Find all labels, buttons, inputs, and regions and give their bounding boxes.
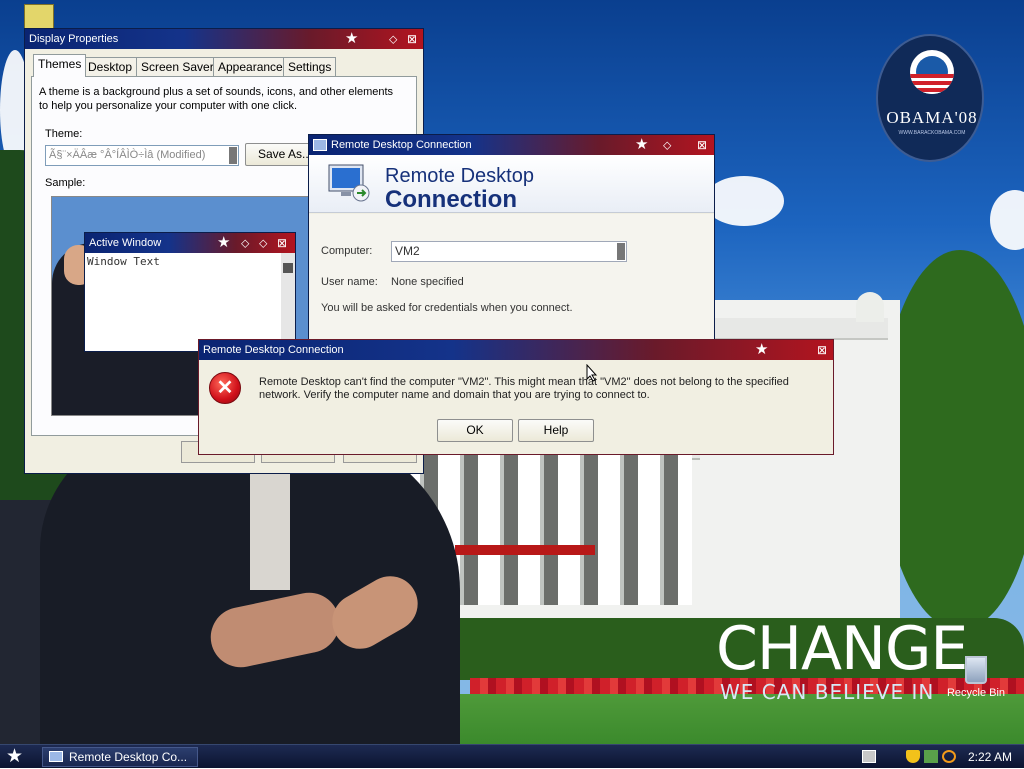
tab-screen-saver[interactable]: Screen Saver	[136, 57, 219, 76]
shirt	[250, 470, 290, 590]
cloud	[990, 190, 1024, 250]
window-title: Display Properties	[29, 33, 119, 45]
tree	[880, 250, 1024, 630]
search-icon[interactable]	[942, 750, 956, 763]
window-title: Active Window	[89, 237, 162, 249]
window-text: Window Text	[87, 255, 160, 268]
error-icon: ✕	[209, 372, 241, 404]
maximize-icon[interactable]: ⬦	[663, 135, 671, 155]
window-title: Remote Desktop Connection	[203, 344, 344, 356]
title-bar[interactable]: Remote Desktop Connection ★ ⊠	[199, 340, 833, 360]
star-icon: ★	[635, 136, 649, 153]
recycle-bin-label: Recycle Bin	[946, 687, 1006, 699]
rdc-window: Remote Desktop Connection ★ ⬦ ⊠ Remote D…	[308, 134, 715, 344]
taskbar: ★ Remote Desktop Co... 2:22 AM	[0, 744, 1024, 768]
tab-themes[interactable]: Themes	[33, 54, 87, 77]
close-icon[interactable]: ⊠	[697, 135, 707, 155]
sample-label: Sample:	[45, 177, 86, 189]
star-icon: ★	[217, 234, 231, 251]
trash-icon	[965, 656, 987, 684]
rdc-banner-line1: Remote Desktop	[385, 165, 534, 187]
theme-select[interactable]: Ã§¨×ÄÂæ °Â°ÍÂÌÒ÷Ìâ (Modified)	[45, 145, 239, 166]
close-icon[interactable]: ⊠	[817, 340, 827, 360]
rdc-form: Computer: VM2 User name: None specified …	[309, 214, 714, 343]
network-icon[interactable]	[924, 750, 938, 763]
star-icon: ★	[755, 341, 769, 358]
computer-label: Computer:	[321, 245, 373, 257]
tab-settings[interactable]: Settings	[283, 57, 337, 76]
change-text: CHANGE	[716, 614, 968, 684]
scroll-thumb	[283, 263, 293, 273]
mouse-cursor-icon	[586, 364, 598, 382]
error-dialog: Remote Desktop Connection ★ ⊠ ✕ Remote D…	[198, 339, 834, 455]
flower-bed	[455, 545, 595, 555]
maximize-icon[interactable]: ⬦	[389, 29, 397, 49]
rdc-banner: Remote Desktop Connection	[309, 155, 714, 213]
window-title: Remote Desktop Connection	[331, 139, 472, 151]
close-icon: ⊠	[277, 236, 288, 250]
star-icon: ★	[345, 30, 359, 47]
dropdown-icon[interactable]	[617, 243, 625, 260]
taskbar-item-rdc[interactable]: Remote Desktop Co...	[42, 747, 198, 767]
tab-desktop[interactable]: Desktop	[83, 57, 138, 76]
username-value: None specified	[391, 276, 464, 288]
cloud	[704, 176, 784, 226]
clock[interactable]: 2:22 AM	[968, 745, 1012, 769]
keyboard-icon[interactable]	[862, 750, 876, 763]
rdc-app-icon	[49, 751, 63, 762]
error-body: ✕ Remote Desktop can't find the computer…	[199, 360, 833, 454]
title-bar[interactable]: Display Properties ★ ⬦ ⊠	[25, 29, 423, 49]
computer-input[interactable]: VM2	[391, 241, 627, 262]
white-house-dome	[856, 292, 884, 322]
obama-logo: OBAMA'08 WWW.BARACKOBAMA.COM	[876, 34, 984, 162]
start-button[interactable]: ★	[6, 746, 23, 768]
error-message: Remote Desktop can't find the computer "…	[259, 376, 789, 401]
active-window-sample: Active Window ★ ⬦ ⬦ ⊠ Window Text	[84, 232, 296, 352]
monitor-icon	[328, 164, 370, 202]
recycle-bin-icon[interactable]: Recycle Bin	[946, 656, 1006, 699]
ok-button[interactable]: OK	[437, 419, 513, 442]
credentials-note: You will be asked for credentials when y…	[321, 302, 573, 314]
theme-description: A theme is a background plus a set of so…	[39, 86, 394, 112]
minimize-icon: ⬦	[241, 236, 250, 250]
title-bar: Active Window ★ ⬦ ⬦ ⊠	[85, 233, 295, 253]
username-label: User name:	[321, 276, 378, 288]
theme-select-value: Ã§¨×ÄÂæ °Â°ÍÂÌÒ÷Ìâ (Modified)	[49, 149, 206, 161]
rdc-banner-line2: Connection	[385, 186, 517, 213]
tab-appearance[interactable]: Appearance	[213, 57, 288, 76]
change-subtext: WE CAN BELIEVE IN	[720, 680, 935, 704]
obama-logo-url: WWW.BARACKOBAMA.COM	[898, 130, 966, 136]
rdc-app-icon	[313, 139, 327, 152]
theme-label: Theme:	[45, 128, 83, 140]
computer-input-value: VM2	[395, 244, 420, 258]
obama-logo-text: OBAMA'08	[886, 108, 978, 127]
shield-icon[interactable]	[906, 750, 920, 763]
help-button[interactable]: Help	[518, 419, 594, 442]
maximize-icon: ⬦	[259, 236, 268, 250]
close-icon[interactable]: ⊠	[407, 29, 417, 49]
dropdown-icon[interactable]	[229, 147, 237, 164]
title-bar[interactable]: Remote Desktop Connection ★ ⬦ ⊠	[309, 135, 714, 155]
taskbar-item-label: Remote Desktop Co...	[69, 750, 188, 764]
window-body: Window Text	[85, 253, 295, 351]
obama-o-icon	[910, 50, 954, 94]
